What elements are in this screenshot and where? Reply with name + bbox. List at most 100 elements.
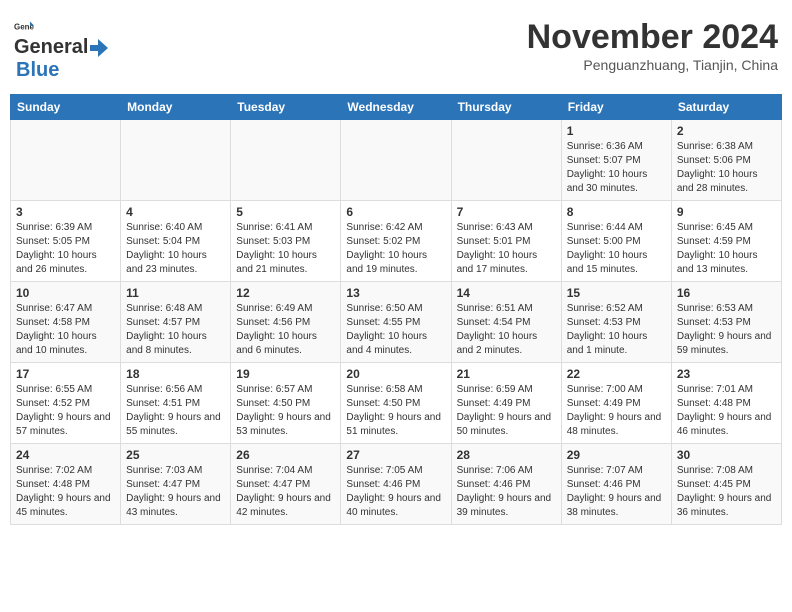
day-info: Sunrise: 6:45 AM Sunset: 4:59 PM Dayligh… xyxy=(677,221,776,277)
day-info: Sunrise: 6:41 AM Sunset: 5:03 PM Dayligh… xyxy=(236,221,335,277)
day-info: Sunrise: 6:40 AM Sunset: 5:04 PM Dayligh… xyxy=(126,221,225,277)
logo-arrow-icon xyxy=(88,37,110,59)
calendar-cell: 24Sunrise: 7:02 AM Sunset: 4:48 PM Dayli… xyxy=(11,444,121,525)
col-tuesday: Tuesday xyxy=(231,95,341,120)
day-number: 23 xyxy=(677,367,776,381)
calendar-cell: 7 Sunrise: 6:43 AM Sunset: 5:01 PM Daylig… xyxy=(451,201,561,282)
calendar-cell: 17 Sunrise: 6:55 AM Sunset: 4:52 PM Dayli… xyxy=(11,363,121,444)
calendar-cell: 14Sunrise: 6:51 AM Sunset: 4:54 PM Dayli… xyxy=(451,282,561,363)
col-friday: Friday xyxy=(561,95,671,120)
col-sunday: Sunday xyxy=(11,95,121,120)
logo-blue-text: Blue xyxy=(16,59,59,81)
day-number: 13 xyxy=(346,286,445,300)
day-info: Sunrise: 6:44 AM Sunset: 5:00 PM Dayligh… xyxy=(567,221,666,277)
day-info: Sunrise: 6:36 AM Sunset: 5:07 PM Dayligh… xyxy=(567,140,666,196)
day-number: 4 xyxy=(126,205,225,219)
location-text: Penguanzhuang, Tianjin, China xyxy=(527,57,778,73)
day-number: 5 xyxy=(236,205,335,219)
day-number: 6 xyxy=(346,205,445,219)
day-info: Sunrise: 6:51 AM Sunset: 4:54 PM Dayligh… xyxy=(457,302,556,358)
calendar-cell: 27Sunrise: 7:05 AM Sunset: 4:46 PM Dayli… xyxy=(341,444,451,525)
day-info: Sunrise: 6:48 AM Sunset: 4:57 PM Dayligh… xyxy=(126,302,225,358)
calendar-cell: 19 Sunrise: 6:57 AM Sunset: 4:50 PM Dayli… xyxy=(231,363,341,444)
day-info: Sunrise: 6:57 AM Sunset: 4:50 PM Dayligh… xyxy=(236,383,335,439)
day-info: Sunrise: 6:50 AM Sunset: 4:55 PM Dayligh… xyxy=(346,302,445,358)
calendar-cell: 15 Sunrise: 6:52 AM Sunset: 4:53 PM Dayli… xyxy=(561,282,671,363)
day-number: 8 xyxy=(567,205,666,219)
day-number: 15 xyxy=(567,286,666,300)
calendar-cell xyxy=(451,120,561,201)
day-info: Sunrise: 6:59 AM Sunset: 4:49 PM Dayligh… xyxy=(457,383,556,439)
week-row-2: 10 Sunrise: 6:47 AM Sunset: 4:58 PM Dayli… xyxy=(11,282,782,363)
calendar-cell xyxy=(231,120,341,201)
calendar-cell: 18Sunrise: 6:56 AM Sunset: 4:51 PM Dayli… xyxy=(121,363,231,444)
day-number: 16 xyxy=(677,286,776,300)
day-number: 1 xyxy=(567,124,666,138)
calendar-cell xyxy=(341,120,451,201)
calendar-table: Sunday Monday Tuesday Wednesday Thursday… xyxy=(10,94,782,525)
calendar-cell: 13 Sunrise: 6:50 AM Sunset: 4:55 PM Dayli… xyxy=(341,282,451,363)
day-number: 22 xyxy=(567,367,666,381)
day-info: Sunrise: 7:06 AM Sunset: 4:46 PM Dayligh… xyxy=(457,464,556,520)
day-info: Sunrise: 6:47 AM Sunset: 4:58 PM Dayligh… xyxy=(16,302,115,358)
col-wednesday: Wednesday xyxy=(341,95,451,120)
day-info: Sunrise: 6:53 AM Sunset: 4:53 PM Dayligh… xyxy=(677,302,776,358)
calendar-cell: 25 Sunrise: 7:03 AM Sunset: 4:47 PM Dayli… xyxy=(121,444,231,525)
day-info: Sunrise: 6:55 AM Sunset: 4:52 PM Dayligh… xyxy=(16,383,115,439)
day-info: Sunrise: 6:43 AM Sunset: 5:01 PM Dayligh… xyxy=(457,221,556,277)
calendar-cell: 12 Sunrise: 6:49 AM Sunset: 4:56 PM Dayli… xyxy=(231,282,341,363)
title-area: November 2024 Penguanzhuang, Tianjin, Ch… xyxy=(527,18,778,73)
calendar-cell: 6 Sunrise: 6:42 AM Sunset: 5:02 PM Daylig… xyxy=(341,201,451,282)
day-info: Sunrise: 6:52 AM Sunset: 4:53 PM Dayligh… xyxy=(567,302,666,358)
month-title: November 2024 xyxy=(527,18,778,57)
calendar-cell: 22 Sunrise: 7:00 AM Sunset: 4:49 PM Dayli… xyxy=(561,363,671,444)
calendar-cell: 2 Sunrise: 6:38 AM Sunset: 5:06 PM Daylig… xyxy=(671,120,781,201)
calendar-cell: 1 Sunrise: 6:36 AM Sunset: 5:07 PM Daylig… xyxy=(561,120,671,201)
day-info: Sunrise: 6:42 AM Sunset: 5:02 PM Dayligh… xyxy=(346,221,445,277)
calendar-cell: 16 Sunrise: 6:53 AM Sunset: 4:53 PM Dayli… xyxy=(671,282,781,363)
day-number: 11 xyxy=(126,286,225,300)
day-number: 2 xyxy=(677,124,776,138)
calendar-cell: 11 Sunrise: 6:48 AM Sunset: 4:57 PM Dayli… xyxy=(121,282,231,363)
calendar-cell: 30Sunrise: 7:08 AM Sunset: 4:45 PM Dayli… xyxy=(671,444,781,525)
day-number: 12 xyxy=(236,286,335,300)
day-number: 30 xyxy=(677,448,776,462)
calendar-cell: 23 Sunrise: 7:01 AM Sunset: 4:48 PM Dayli… xyxy=(671,363,781,444)
calendar-cell: 26Sunrise: 7:04 AM Sunset: 4:47 PM Dayli… xyxy=(231,444,341,525)
week-row-1: 3Sunrise: 6:39 AM Sunset: 5:05 PM Daylig… xyxy=(11,201,782,282)
day-number: 10 xyxy=(16,286,115,300)
day-number: 21 xyxy=(457,367,556,381)
col-saturday: Saturday xyxy=(671,95,781,120)
col-monday: Monday xyxy=(121,95,231,120)
day-number: 19 xyxy=(236,367,335,381)
day-info: Sunrise: 7:07 AM Sunset: 4:46 PM Dayligh… xyxy=(567,464,666,520)
calendar-cell: 4 Sunrise: 6:40 AM Sunset: 5:04 PM Daylig… xyxy=(121,201,231,282)
day-number: 3 xyxy=(16,205,115,219)
day-info: Sunrise: 6:58 AM Sunset: 4:50 PM Dayligh… xyxy=(346,383,445,439)
day-number: 29 xyxy=(567,448,666,462)
day-number: 7 xyxy=(457,205,556,219)
day-info: Sunrise: 7:03 AM Sunset: 4:47 PM Dayligh… xyxy=(126,464,225,520)
calendar-cell: 9 Sunrise: 6:45 AM Sunset: 4:59 PM Daylig… xyxy=(671,201,781,282)
day-number: 20 xyxy=(346,367,445,381)
day-number: 28 xyxy=(457,448,556,462)
day-number: 27 xyxy=(346,448,445,462)
day-number: 17 xyxy=(16,367,115,381)
logo: General General Blue xyxy=(14,18,110,82)
calendar-header-row: Sunday Monday Tuesday Wednesday Thursday… xyxy=(11,95,782,120)
day-info: Sunrise: 6:38 AM Sunset: 5:06 PM Dayligh… xyxy=(677,140,776,196)
calendar-cell: 5 Sunrise: 6:41 AM Sunset: 5:03 PM Daylig… xyxy=(231,201,341,282)
day-info: Sunrise: 7:00 AM Sunset: 4:49 PM Dayligh… xyxy=(567,383,666,439)
day-info: Sunrise: 6:49 AM Sunset: 4:56 PM Dayligh… xyxy=(236,302,335,358)
day-number: 25 xyxy=(126,448,225,462)
day-number: 9 xyxy=(677,205,776,219)
logo-icon: General xyxy=(14,18,34,38)
day-number: 26 xyxy=(236,448,335,462)
page-header: General General Blue November 2024 Pengu… xyxy=(10,10,782,90)
calendar-cell: 21 Sunrise: 6:59 AM Sunset: 4:49 PM Dayli… xyxy=(451,363,561,444)
day-info: Sunrise: 7:01 AM Sunset: 4:48 PM Dayligh… xyxy=(677,383,776,439)
day-number: 18 xyxy=(126,367,225,381)
calendar-cell: 3Sunrise: 6:39 AM Sunset: 5:05 PM Daylig… xyxy=(11,201,121,282)
calendar-cell xyxy=(11,120,121,201)
week-row-3: 17 Sunrise: 6:55 AM Sunset: 4:52 PM Dayli… xyxy=(11,363,782,444)
